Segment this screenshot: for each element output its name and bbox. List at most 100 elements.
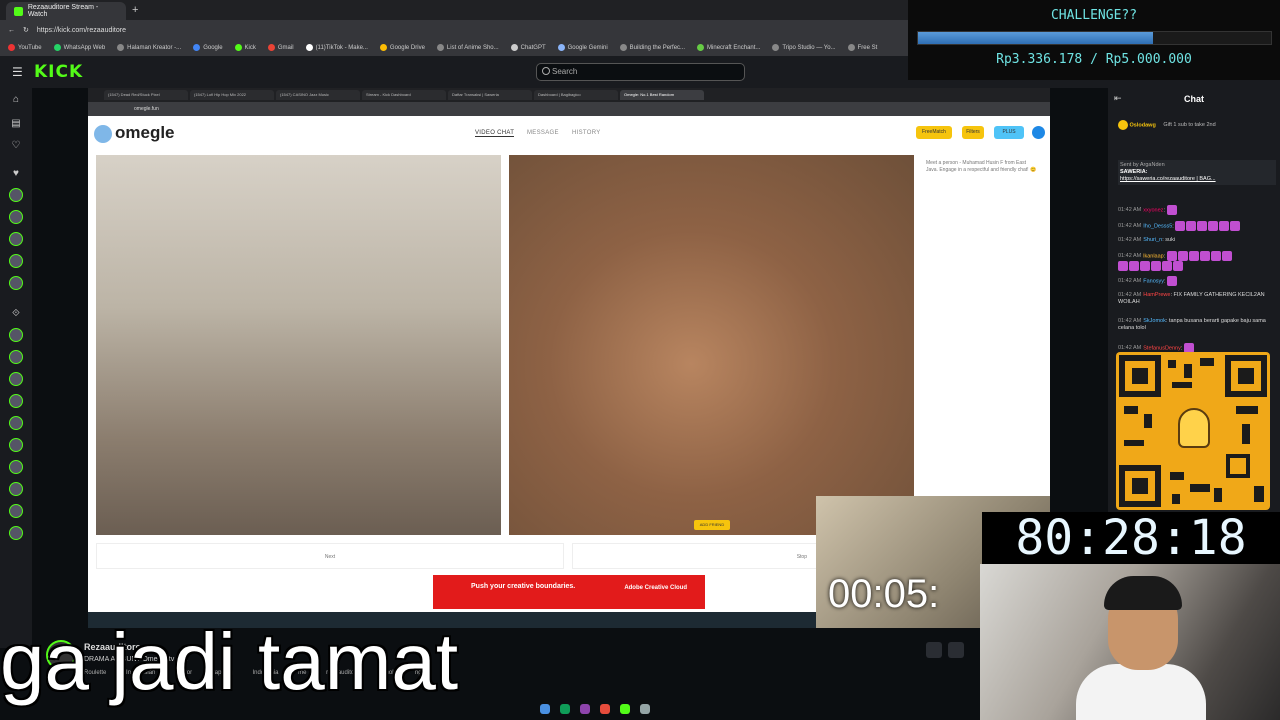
bookmark-item[interactable]: Gmail <box>267 44 294 52</box>
bookmark-icon <box>436 44 444 52</box>
chat-message: 01:42 AM Shuri_n: suki <box>1118 237 1176 243</box>
bookmark-item[interactable]: Free St <box>847 44 877 52</box>
filters-pill: Filters <box>962 126 984 139</box>
bookmark-item[interactable]: Google Gemini <box>557 44 608 52</box>
omegle-chat-info: Meet a person - Muhamad Husin F from Eas… <box>926 160 1037 173</box>
gmail-icon <box>267 44 275 52</box>
channel-avatar[interactable] <box>9 482 23 496</box>
url-text[interactable]: https://kick.com/rezaauditore <box>37 27 126 34</box>
chat-title: Chat <box>1184 94 1204 104</box>
challenge-amount: Rp3.336.178 / Rp5.000.000 <box>996 52 1192 67</box>
following-icon[interactable]: ♡ <box>10 140 22 152</box>
nav-message: MESSAGE <box>527 130 559 136</box>
kick-icon <box>234 44 242 52</box>
stop-button: Stop <box>572 543 818 569</box>
bookmark-item[interactable]: (11)TikTok - Make... <box>305 44 368 52</box>
channel-avatar[interactable] <box>9 526 23 540</box>
gift-badge-icon <box>1118 120 1128 130</box>
bookmark-item[interactable]: ChatGPT <box>510 44 546 52</box>
windows-start-icon <box>540 704 550 714</box>
channel-avatar[interactable] <box>9 438 23 452</box>
bookmark-item[interactable]: Building the Perfec... <box>619 44 685 52</box>
adobe-ad-banner: Push your creative boundaries. Adobe Cre… <box>433 575 705 609</box>
channel-avatar[interactable] <box>9 460 23 474</box>
bookmark-item[interactable]: Halaman Kreator -... <box>117 44 181 52</box>
gift-leaderboard: Oslodawg Gift 1 sub to take 2nd <box>1118 120 1276 130</box>
chat-message: 01:42 AM xxyonez: <box>1118 205 1276 215</box>
webcam-figure-shirt <box>1076 664 1206 720</box>
local-video-feed <box>96 155 501 535</box>
inner-tab: Dashboard | Bagibagico <box>534 90 618 100</box>
channel-avatar[interactable] <box>9 328 23 342</box>
bookmark-icon <box>847 44 855 52</box>
omegle-header: omegle VIDEO CHAT MESSAGE HISTORY FreeMa… <box>88 116 1050 150</box>
bookmark-item[interactable]: Tripo Studio — Yo... <box>772 44 836 52</box>
challenge-progress-fill <box>918 32 1154 44</box>
channel-avatar[interactable] <box>9 188 23 202</box>
search-placeholder: Search <box>552 67 578 76</box>
search-input[interactable]: Search <box>536 63 745 81</box>
back-icon[interactable]: ← <box>8 27 15 34</box>
bookmark-item[interactable]: List of Anime Sho... <box>436 44 499 52</box>
streamer-webcam <box>980 564 1280 720</box>
chat-message: 01:42 AM lkanlaap: <box>1118 251 1276 271</box>
subathon-timer: 80:28:18 <box>982 512 1280 564</box>
next-button: Next <box>96 543 564 569</box>
channel-avatar[interactable] <box>9 276 23 290</box>
bookmark-item[interactable]: YouTube <box>8 44 42 52</box>
challenge-overlay: CHALLENGE?? Rp3.336.178 / Rp5.000.000 <box>908 0 1280 80</box>
discord-icon <box>580 704 590 714</box>
chat-message: 01:42 AM Fanosyy: <box>1118 276 1276 286</box>
nav-history: HISTORY <box>572 130 601 136</box>
chat-message: 01:42 AM SkJomok: tanpa busana berarti ga… <box>1118 318 1266 331</box>
bookmark-item[interactable]: Google Drive <box>379 44 425 52</box>
bookmark-item[interactable]: Google <box>193 44 223 52</box>
challenge-progress-bar <box>917 31 1272 45</box>
channel-avatar[interactable] <box>9 372 23 386</box>
heart-icon[interactable]: ♥ <box>10 168 22 180</box>
bookmark-item[interactable]: Kick <box>234 44 256 52</box>
reload-icon[interactable]: ↻ <box>23 26 29 34</box>
captured-taskbar <box>540 698 740 720</box>
small-timer: 00:05: <box>828 572 940 616</box>
left-nav-rail: ⌂ ▤ ♡ ♥ ⟐ <box>0 88 32 648</box>
bookmark-item[interactable]: WhatsApp Web <box>53 44 105 52</box>
inner-address-bar: omegle.fun <box>88 102 1050 116</box>
channel-avatar[interactable] <box>9 416 23 430</box>
saweria-mascot-icon <box>1178 408 1210 448</box>
inner-browser-tabs: (1547) Dead Red/Stuck Pixel (1547) Lofi … <box>88 88 1050 102</box>
inner-tab: (1547) Lofi Hip Hop Mix 2022 <box>190 90 274 100</box>
google-icon <box>193 44 201 52</box>
pinned-message[interactable]: Sent by ArgaNden SAWERIA: https://saweri… <box>1118 160 1276 185</box>
channel-avatar[interactable] <box>9 350 23 364</box>
bookmark-icon <box>117 44 125 52</box>
search-icon <box>542 67 550 75</box>
freematch-pill: FreeMatch <box>916 126 952 139</box>
channel-avatar[interactable] <box>9 394 23 408</box>
kick-app-icon <box>620 704 630 714</box>
nav-video-chat: VIDEO CHAT <box>475 130 515 137</box>
channel-avatar[interactable] <box>9 232 23 246</box>
home-icon[interactable]: ⌂ <box>10 94 22 106</box>
inner-tab: Daftar Transaksi | Saweria <box>448 90 532 100</box>
plus-pill: PLUS <box>994 126 1024 139</box>
new-tab-button[interactable]: + <box>132 4 138 16</box>
browse-icon[interactable]: ▤ <box>10 118 22 130</box>
kick-logo[interactable]: KICK <box>34 62 83 82</box>
channel-avatar[interactable] <box>9 504 23 518</box>
minecraft-icon <box>697 44 705 52</box>
youtube-icon <box>8 44 15 52</box>
edge-icon <box>560 704 570 714</box>
bookmark-item[interactable]: Minecraft Enchant... <box>697 44 760 52</box>
favorite-heart-icon[interactable] <box>948 642 964 658</box>
notification-bell-icon[interactable] <box>926 642 942 658</box>
brave-icon <box>600 704 610 714</box>
omegle-logo-icon <box>94 124 112 143</box>
menu-icon[interactable]: ☰ <box>12 65 23 79</box>
channel-avatar[interactable] <box>9 254 23 268</box>
ad-text: Push your creative boundaries. <box>471 583 576 590</box>
recommended-icon[interactable]: ⟐ <box>10 308 22 320</box>
whatsapp-icon <box>53 44 61 52</box>
channel-avatar[interactable] <box>9 210 23 224</box>
browser-tab[interactable]: Rezaauditore Stream - Watch <box>6 2 126 20</box>
